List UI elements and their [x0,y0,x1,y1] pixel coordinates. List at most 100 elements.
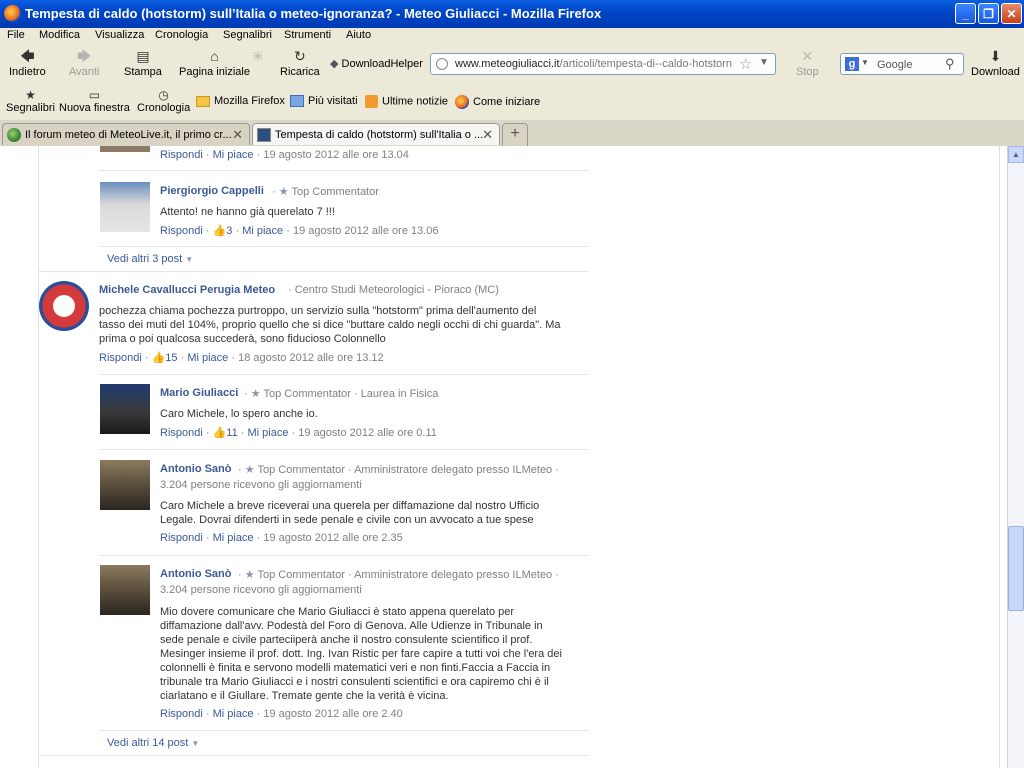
new-window-button[interactable]: ▭ Nuova finestra [59,88,130,114]
home-icon: ⌂ [210,48,219,64]
forward-label: Avanti [69,66,100,78]
tab-meteolive[interactable]: Il forum meteo di MeteoLive.it, il primo… [2,123,250,145]
like-link[interactable]: Mi piace [213,149,254,161]
commenter-meta: · ★ Top Commentator [272,186,379,198]
segnalibri-label: Segnalibri [6,102,55,114]
commenter-name[interactable]: Antonio Sanò [160,568,232,580]
close-window-button[interactable]: ✕ [1001,3,1022,24]
reply-link[interactable]: Rispondi [160,427,203,439]
reply-link[interactable]: Rispondi [160,225,203,237]
print-button[interactable]: ▤ Stampa [124,48,162,78]
menu-aiuto[interactable]: Aiuto [346,29,371,41]
downloadhelper-button[interactable]: ◆ DownloadHelper [330,57,423,70]
engine-dropdown-icon[interactable]: ▼ [861,58,869,67]
chevron-down-icon: ▼ [185,255,194,264]
window-titlebar: Tempesta di caldo (hotstorm) sull’Italia… [0,0,1024,28]
rss-feed-icon [365,95,378,108]
bookmark-ultime-notizie[interactable]: Ultime notizie [365,95,448,108]
history-label: Cronologia [137,102,191,114]
bookmark-label: Ultime notizie [382,95,449,108]
stop-label: Stop [796,66,819,78]
show-more-link[interactable]: Vedi altri 3 post ▼ [107,253,193,265]
thumbs-up-icon: 👍 [212,225,227,237]
menu-modifica[interactable]: Modifica [39,29,80,41]
bookmark-mozilla-firefox[interactable]: Mozilla Firefox [196,95,285,107]
stop-button[interactable]: ✕ Stop [796,48,819,78]
commenter-name[interactable]: Michele Cavallucci Perugia Meteo [99,284,275,296]
menu-visualizza[interactable]: Visualizza [95,29,144,41]
chevron-down-icon: ▼ [191,739,200,748]
window-title: Tempesta di caldo (hotstorm) sull’Italia… [25,6,602,21]
reload-icon: ↻ [294,48,306,64]
home-button[interactable]: ⌂ Pagina iniziale [179,48,250,78]
bookmark-star-icon[interactable]: ☆ [739,55,752,73]
search-placeholder: Google [877,59,913,71]
address-text[interactable]: www.meteogiuliacci.it/articoli/tempesta-… [455,58,732,70]
avatar [100,460,150,510]
search-box[interactable]: g ▼ Google ⚲ [840,53,964,75]
menu-cronologia[interactable]: Cronologia [155,29,208,41]
like-count[interactable]: 3 [226,225,232,237]
commenter-name[interactable]: Piergiorgio Cappelli [160,185,264,197]
back-button[interactable]: 🡄 Indietro [9,48,46,78]
download-button[interactable]: ⬇ Download [971,48,1020,78]
home-label: Pagina iniziale [179,66,250,78]
like-link[interactable]: Mi piace [213,708,254,720]
like-count[interactable]: 15 [165,352,177,364]
close-tab-icon[interactable]: ✕ [232,127,243,143]
address-dropdown-icon[interactable]: ▼ [759,57,769,68]
firefox-icon [455,95,469,109]
comment-date: 19 agosto 2012 alle ore 2.35 [263,532,403,544]
google-engine-icon[interactable]: g [845,57,859,71]
top-commentator-badge: Top Commentator [291,186,379,198]
menu-file[interactable]: File [7,29,25,41]
show-more-link[interactable]: Vedi altri 14 post ▼ [107,737,199,749]
reload-button[interactable]: ↻ Ricarica [280,48,320,78]
commenter-name[interactable]: Mario Giuliacci [160,387,238,399]
menu-segnalibri[interactable]: Segnalibri [223,29,272,41]
reply-link[interactable]: Rispondi [160,532,203,544]
search-icon[interactable]: ⚲ [945,56,955,72]
maximize-button[interactable]: ❐ [978,3,999,24]
like-link[interactable]: Mi piace [213,532,254,544]
forward-button[interactable]: 🡆 Avanti [69,48,99,78]
bookmark-piu-visitati[interactable]: Più visitati [290,95,358,108]
reply-link[interactable]: Rispondi [99,352,142,364]
avatar [100,182,150,232]
comment-actions: Rispondi · 👍11 · Mi piace · 19 agosto 20… [160,427,437,439]
loading-indicator: ✳ [252,48,264,66]
thumbs-up-icon: 👍 [151,352,166,364]
bookmarks-star-icon: ★ [25,88,36,102]
bookmark-come-iniziare[interactable]: Come iniziare [455,95,540,109]
close-tab-icon[interactable]: ✕ [482,127,493,143]
clock-icon: ◷ [158,88,169,102]
top-commentator-badge: Top Commentator [257,464,345,476]
minimize-button[interactable]: _ [955,3,976,24]
menu-strumenti[interactable]: Strumenti [284,29,331,41]
address-path: /articoli/tempesta-di--caldo-hotstorn [559,58,732,70]
commenter-name[interactable]: Antonio Sanò [160,463,232,475]
like-link[interactable]: Mi piace [248,427,289,439]
reply-link[interactable]: Rispondi [160,708,203,720]
reply-link[interactable]: Rispondi [160,149,203,161]
thumbs-up-icon: 👍 [212,427,227,439]
back-label: Indietro [9,66,46,78]
like-count[interactable]: 11 [226,427,237,439]
vertical-scrollbar[interactable]: ▲ [1007,146,1024,768]
printer-icon: ▤ [136,48,150,64]
address-bar[interactable]: www.meteogiuliacci.it/articoli/tempesta-… [430,53,776,75]
scrollbar-thumb[interactable] [1008,526,1024,611]
avatar [100,565,150,615]
avatar [39,281,89,331]
scroll-up-arrow-icon[interactable]: ▲ [1008,146,1024,163]
segnalibri-button[interactable]: ★ Segnalibri [6,88,55,114]
like-link[interactable]: Mi piace [242,225,283,237]
tab-meteogiuliacci[interactable]: Tempesta di caldo (hotstorm) sull'Italia… [252,123,500,145]
folder-icon [196,95,210,107]
like-link[interactable]: Mi piace [187,352,228,364]
window-icon: ▭ [88,88,101,102]
history-button[interactable]: ◷ Cronologia [137,88,190,114]
star-icon: ★ [278,186,289,198]
new-tab-button[interactable]: + [502,123,528,147]
stop-icon: ✕ [801,48,814,64]
